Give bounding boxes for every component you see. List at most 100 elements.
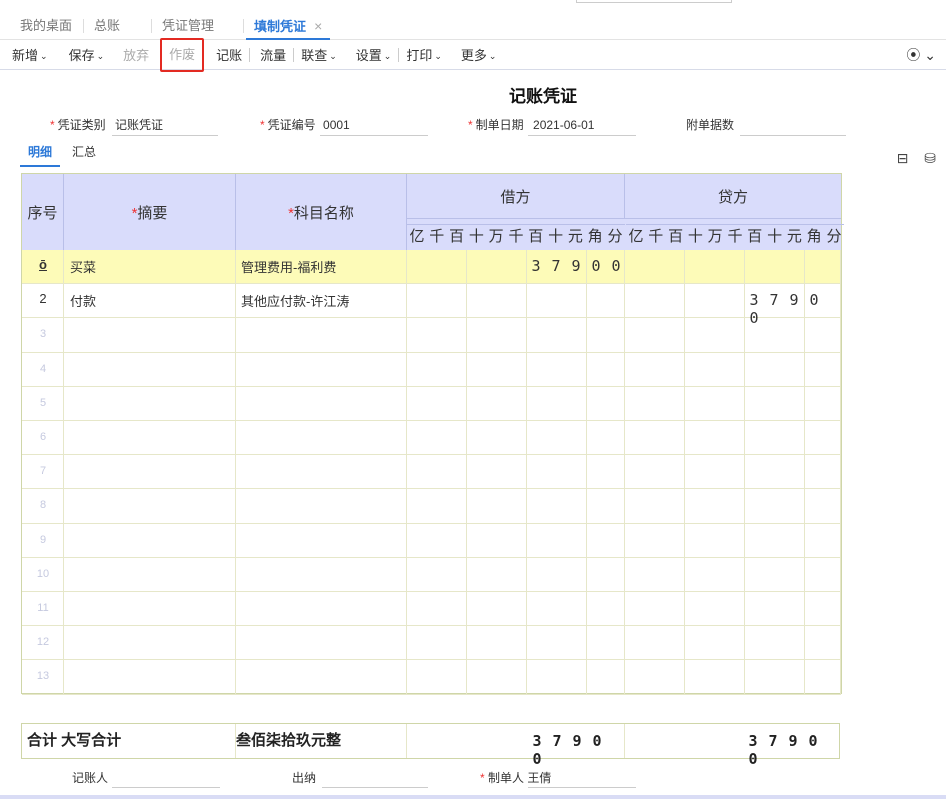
new-button[interactable]: 新增 ⌄ [0, 41, 55, 70]
grid-cell[interactable] [527, 626, 587, 660]
grid-cell[interactable] [685, 489, 745, 523]
tab-fill-voucher[interactable]: 填制凭证 × [246, 14, 331, 40]
grid-cell[interactable] [236, 557, 407, 591]
grid-cell[interactable] [236, 523, 407, 557]
grid-cell[interactable] [467, 421, 527, 455]
grid-cell[interactable] [685, 626, 745, 660]
grid-cell[interactable] [587, 626, 625, 660]
grid-cell[interactable] [625, 318, 685, 352]
discard-button[interactable]: 放弃 [111, 41, 156, 70]
voucher-date-field[interactable]: * 制单日期 2021-06-01 [468, 115, 636, 136]
grid-cell[interactable] [467, 592, 527, 626]
attachment-count-field[interactable]: 附单据数 [686, 115, 846, 136]
grid-cell[interactable] [745, 660, 805, 694]
tab-detail[interactable]: 明细 [20, 140, 61, 167]
grid-cell[interactable] [64, 455, 236, 489]
grid-cell[interactable] [64, 523, 236, 557]
grid-cell[interactable] [745, 386, 805, 420]
voucher-number-field[interactable]: * 凭证编号 0001 [260, 115, 428, 136]
grid-cell[interactable] [805, 489, 841, 523]
grid-cell[interactable] [407, 455, 467, 489]
grid-cell[interactable] [805, 386, 841, 420]
grid-cell[interactable] [805, 660, 841, 694]
bookkeeper-field[interactable]: 记账人 [72, 768, 220, 788]
grid-cell[interactable] [625, 352, 685, 386]
grid-cell[interactable] [587, 352, 625, 386]
tab-summary[interactable]: 汇总 [64, 140, 104, 167]
grid-cell[interactable] [745, 250, 805, 284]
grid-cell[interactable] [745, 557, 805, 591]
grid-cell[interactable] [805, 455, 841, 489]
grid-cell[interactable] [467, 284, 527, 318]
grid-cell[interactable] [587, 455, 625, 489]
grid-cell[interactable] [745, 523, 805, 557]
side-icons[interactable]: ⊟ ⛁ [897, 150, 942, 167]
grid-cell[interactable] [587, 523, 625, 557]
grid-cell[interactable] [625, 523, 685, 557]
grid-cell[interactable] [805, 626, 841, 660]
grid-cell[interactable] [625, 250, 685, 284]
grid-cell[interactable] [625, 284, 685, 318]
grid-cell[interactable] [407, 557, 467, 591]
grid-cell[interactable] [64, 489, 236, 523]
grid-cell[interactable] [587, 660, 625, 694]
grid-cell[interactable] [236, 660, 407, 694]
grid-cell[interactable] [64, 660, 236, 694]
grid-cell[interactable] [407, 318, 467, 352]
search-box-stub[interactable] [576, 0, 732, 3]
table-row[interactable]: 8 [22, 489, 841, 524]
grid-cell[interactable] [236, 592, 407, 626]
grid-cell[interactable] [467, 352, 527, 386]
grid-cell[interactable] [685, 523, 745, 557]
grid-cell[interactable] [745, 489, 805, 523]
grid-cell[interactable] [527, 318, 587, 352]
grid-cell[interactable] [407, 284, 467, 318]
grid-cell[interactable] [467, 489, 527, 523]
grid-cell[interactable] [236, 352, 407, 386]
grid-cell[interactable] [587, 592, 625, 626]
grid-cell[interactable] [407, 660, 467, 694]
grid-cell[interactable] [685, 250, 745, 284]
grid-cell[interactable] [805, 318, 841, 352]
tab-voucher-management[interactable]: 凭证管理 [152, 14, 245, 40]
grid-cell[interactable] [587, 489, 625, 523]
table-row[interactable]: 12 [22, 626, 841, 661]
grid-cell[interactable] [527, 284, 587, 318]
void-button[interactable]: 作废 [160, 38, 205, 72]
voucher-type-field[interactable]: * 凭证类别 记账凭证 [50, 115, 218, 136]
grid-cell[interactable] [685, 592, 745, 626]
grid-cell[interactable] [236, 318, 407, 352]
grid-cell[interactable] [407, 421, 467, 455]
grid-cell[interactable] [685, 352, 745, 386]
table-row[interactable]: 4 [22, 352, 841, 387]
grid-cell[interactable] [745, 318, 805, 352]
query-button[interactable]: 联查 ⌄ [294, 41, 344, 70]
grid-cell[interactable] [625, 455, 685, 489]
grid-cell[interactable] [407, 523, 467, 557]
table-row[interactable]: 6 [22, 421, 841, 456]
grid-cell[interactable] [685, 455, 745, 489]
grid-cell[interactable] [64, 421, 236, 455]
grid-cell[interactable] [587, 421, 625, 455]
grid-cell[interactable] [745, 626, 805, 660]
grid-cell[interactable] [587, 284, 625, 318]
grid-cell[interactable] [527, 523, 587, 557]
grid-cell[interactable] [685, 284, 745, 318]
grid-cell[interactable] [467, 250, 527, 284]
grid-cell[interactable] [64, 592, 236, 626]
table-row[interactable]: 13 [22, 660, 841, 695]
cashier-field[interactable]: 出纳 [292, 768, 428, 788]
preview-icon[interactable]: ⦿ ⌄ [906, 41, 936, 70]
grid-cell[interactable] [407, 626, 467, 660]
grid-cell[interactable] [805, 250, 841, 284]
table-row[interactable]: 7 [22, 455, 841, 490]
grid-cell[interactable] [527, 557, 587, 591]
tab-desktop[interactable]: 我的桌面 [0, 14, 85, 40]
grid-cell[interactable] [625, 557, 685, 591]
grid-cell[interactable] [527, 455, 587, 489]
grid-cell[interactable] [467, 626, 527, 660]
save-button[interactable]: 保存 ⌄ [55, 41, 112, 70]
grid-cell[interactable] [527, 352, 587, 386]
more-button[interactable]: 更多 ⌄ [449, 41, 504, 70]
table-row[interactable]: 11 [22, 592, 841, 627]
